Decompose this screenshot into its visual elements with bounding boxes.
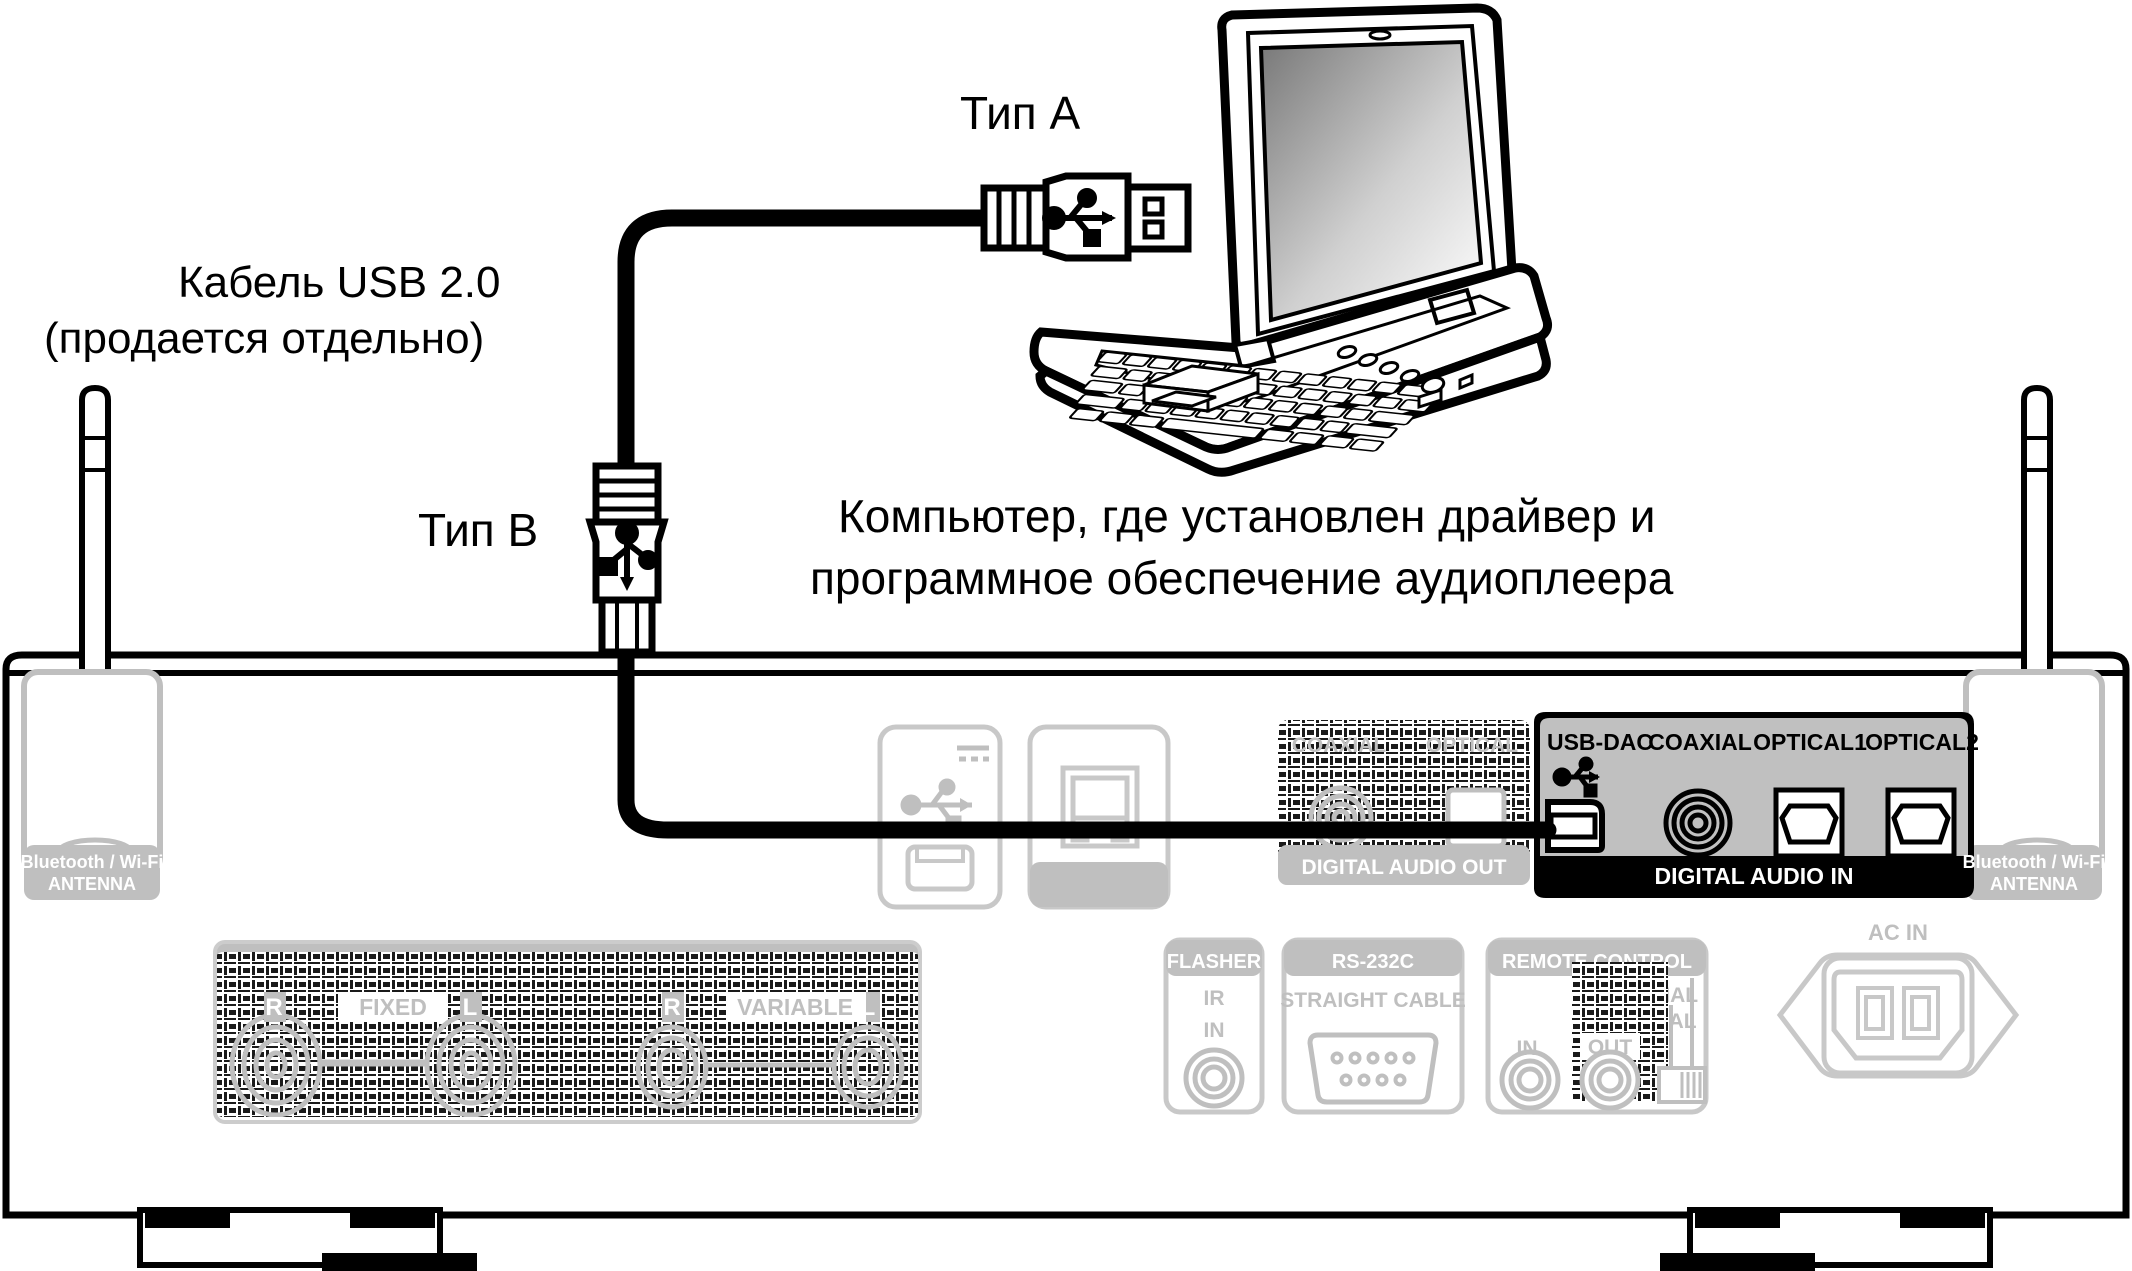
audio-out-fixed-r: R [265,994,282,1021]
cable-label-line1: Кабель USB 2.0 [178,258,501,307]
dao-group-label: DIGITAL AUDIO OUT [1302,856,1507,879]
chassis-feet [137,1207,1993,1271]
antenna-right [1963,384,2105,900]
usb-type-b-plug [585,462,669,656]
flasher-group: FLASHER IR IN [1163,937,1265,1115]
ac-in-label: AC IN [1868,920,1928,945]
dai-optical2-label: OPTICAL2 [1865,729,1979,755]
type-a-label: Тип A [960,87,1081,139]
usb-5v-port [877,724,1003,910]
audio-out-variable-r: R [663,994,680,1021]
antenna-right-label-line2: ANTENNA [1990,874,2078,894]
usb-type-a-plug [980,172,1192,262]
diagram-canvas: DIGITAL AUDIO OUT COAXIAL OPTICAL USB-DA… [0,0,2132,1271]
audio-out-variable-l: L [861,994,876,1021]
digital-audio-in-group: USB-DAC COAXIAL OPTICAL1 OPTICAL2 DIGITA… [1534,712,1979,898]
dai-usbdac-label: USB-DAC [1547,729,1653,755]
flasher-ir-label: IR [1204,987,1225,1010]
dao-optical-label: OPTICAL [1426,734,1518,757]
antenna-left-label-line2: ANTENNA [48,874,136,894]
audio-out-variable-label: VARIABLE [737,994,853,1020]
flasher-group-label: FLASHER [1167,951,1262,973]
type-b-label: Тип B [418,504,539,556]
dai-optical1-label: OPTICAL1 [1753,729,1867,755]
audio-out-fixed-label: FIXED [359,994,427,1020]
computer-caption-line1: Компьютер, где установлен драйвер и [838,490,1656,542]
dao-coaxial-label: COAXIAL [1292,734,1387,757]
diagram-svg: DIGITAL AUDIO OUT COAXIAL OPTICAL USB-DA… [2,3,2130,1271]
digital-audio-out-group: DIGITAL AUDIO OUT COAXIAL OPTICAL [1278,720,1530,885]
dai-optical2-jack [1885,787,1957,859]
dai-coaxial-label: COAXIAL [1648,729,1752,755]
antenna-left-label-line1: Bluetooth / Wi-Fi [21,852,164,872]
antenna-right-label-line1: Bluetooth / Wi-Fi [1963,852,2106,872]
rs232c-sub-label: STRAIGHT CABLE [1280,989,1466,1012]
computer-caption-line2: программное обеспечение аудиоплеера [810,552,1674,604]
antenna-left [21,384,163,900]
network-port [1027,724,1171,910]
rs232c-group-label: RS-232C [1332,951,1414,973]
usb-b-socket [1545,799,1605,853]
remote-control-group: REMOTE CONTROL INTERNAL EXTERNAL IN OUT [1485,937,1709,1115]
flasher-in-label: IN [1204,1019,1225,1042]
dai-group-label: DIGITAL AUDIO IN [1655,863,1854,889]
cable-label-line2: (продается отдельно) [44,314,485,363]
audio-out-fixed-l: L [463,994,478,1021]
dai-optical1-jack [1773,787,1845,859]
rs232c-group: RS-232C STRAIGHT CABLE [1280,937,1466,1115]
audio-out-group: AUDIO OUT [213,940,922,1124]
